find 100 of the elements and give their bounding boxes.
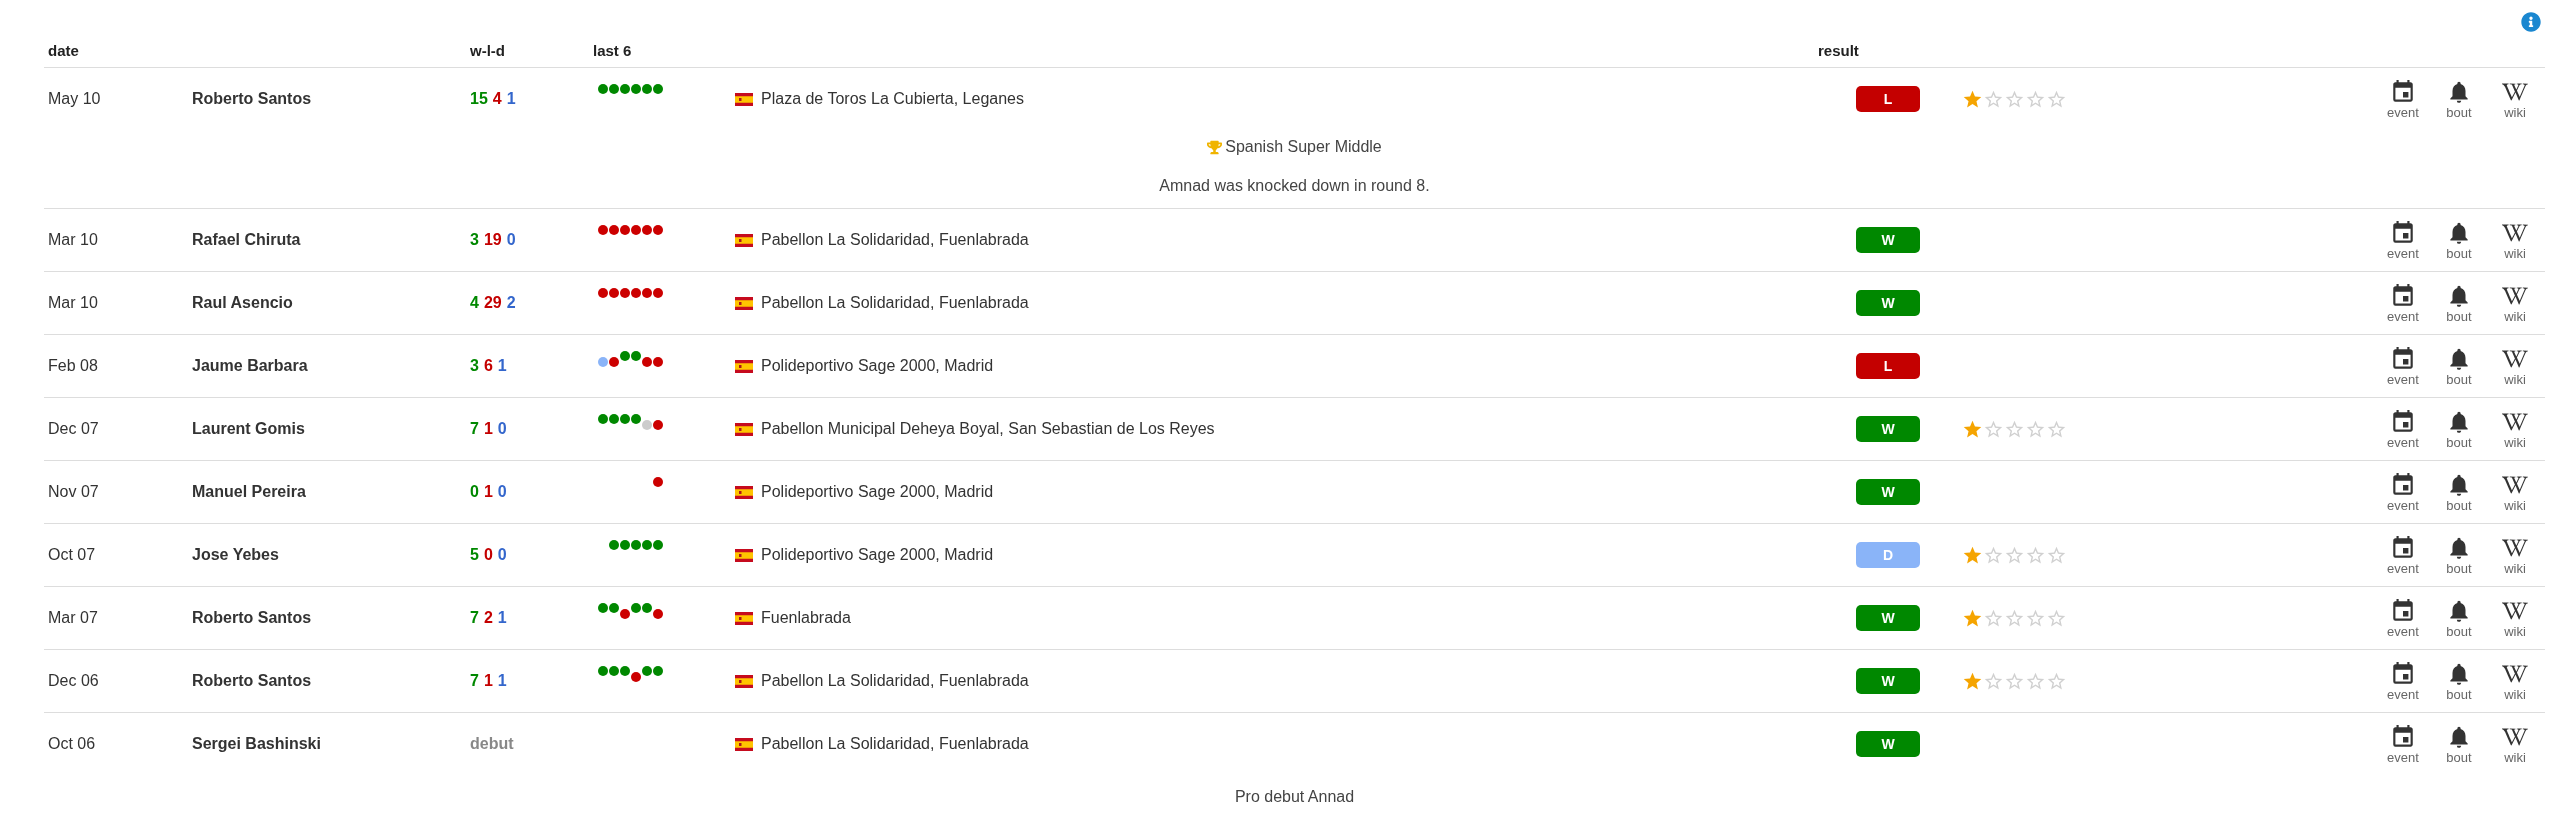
venue-name[interactable]: Pabellon La Solidaridad, Fuenlabrada [761, 291, 1029, 315]
link-button[interactable]: bout [2431, 282, 2487, 324]
draws-count: 1 [497, 356, 507, 376]
venue-name[interactable]: Pabellon La Solidaridad, Fuenlabrada [761, 669, 1029, 693]
wins-count: 15 [470, 89, 488, 109]
venue-name[interactable]: Pabellon La Solidaridad, Fuenlabrada [761, 228, 1029, 252]
filled-star-icon [1962, 670, 1983, 692]
link-button[interactable]: event [2375, 723, 2431, 765]
column-header: result [1817, 40, 1860, 61]
empty-star-icon [2004, 418, 2025, 440]
link-button[interactable]: wiki [2487, 534, 2543, 576]
link-label: bout [2446, 104, 2472, 120]
link-button[interactable]: bout [2431, 345, 2487, 387]
losses-count: 1 [483, 671, 493, 691]
venue-name[interactable]: Polideportivo Sage 2000, Madrid [761, 354, 994, 378]
link-button[interactable]: wiki [2487, 219, 2543, 261]
venue-name[interactable]: Polideportivo Sage 2000, Madrid [761, 480, 994, 504]
link-button[interactable]: event [2375, 78, 2431, 120]
venue-name[interactable]: Fuenlabrada [761, 606, 851, 630]
link-button[interactable]: wiki [2487, 723, 2543, 765]
column-header: last 6 [592, 40, 633, 61]
link-label: bout [2446, 686, 2472, 702]
spain-flag-icon [735, 359, 753, 373]
losses-count: 2 [483, 608, 493, 628]
result-badge: W [1856, 227, 1920, 253]
venue-name[interactable]: Pabellon Municipal Deheya Boyal, San Sebastian de Los Reyes [761, 417, 1215, 441]
column-header: date [47, 40, 80, 61]
losses-count: 1 [483, 482, 493, 502]
opponent-name[interactable]: Rafael Chiruta [188, 228, 466, 252]
empty-star-icon [1983, 544, 2004, 566]
link-label: bout [2446, 371, 2472, 387]
result-badge: W [1856, 416, 1920, 442]
calendar-icon [2390, 471, 2416, 498]
link-button[interactable]: wiki [2487, 408, 2543, 450]
link-label: wiki [2504, 560, 2526, 576]
link-button[interactable]: wiki [2487, 282, 2543, 324]
opponent-name[interactable]: Sergei Bashinski [188, 732, 466, 756]
opponent-name[interactable]: Manuel Pereira [188, 480, 466, 504]
title-name: Spanish Super Middle [1225, 137, 1382, 157]
spain-flag-icon [735, 674, 753, 688]
link-button[interactable]: event [2375, 219, 2431, 261]
draws-count: 2 [506, 293, 516, 313]
link-button[interactable]: wiki [2487, 471, 2543, 513]
opponent-name[interactable]: Roberto Santos [188, 669, 466, 693]
opponent-name[interactable]: Laurent Gomis [188, 417, 466, 441]
opponent-name[interactable]: Raul Asencio [188, 291, 466, 315]
calendar-icon [2390, 219, 2416, 246]
opponent-name[interactable]: Jaume Barbara [188, 354, 466, 378]
link-button[interactable]: bout [2431, 534, 2487, 576]
result-badge: W [1856, 290, 1920, 316]
column-header: w-l-d [469, 40, 506, 61]
opponent-name[interactable]: Roberto Santos [188, 87, 466, 111]
spain-flag-icon [735, 233, 753, 247]
link-label: event [2387, 623, 2419, 639]
link-button[interactable]: event [2375, 597, 2431, 639]
link-label: wiki [2504, 434, 2526, 450]
date-cell-text: Oct 06 [47, 734, 97, 754]
link-button[interactable]: wiki [2487, 78, 2543, 120]
draws-count: 1 [497, 671, 507, 691]
venue-name[interactable]: Pabellon La Solidaridad, Fuenlabrada [761, 732, 1029, 756]
link-button[interactable]: bout [2431, 723, 2487, 765]
link-button[interactable]: event [2375, 471, 2431, 513]
link-button[interactable]: wiki [2487, 597, 2543, 639]
result-badge: L [1856, 353, 1920, 379]
venue-name[interactable]: Plaza de Toros La Cubierta, Leganes [761, 87, 1024, 111]
calendar-icon [2390, 597, 2416, 624]
info-icon[interactable] [2521, 12, 2541, 32]
link-button[interactable]: bout [2431, 471, 2487, 513]
link-label: event [2387, 686, 2419, 702]
venue-name[interactable]: Polideportivo Sage 2000, Madrid [761, 543, 994, 567]
wins-count: 4 [470, 293, 479, 313]
empty-star-icon [2046, 544, 2067, 566]
result-badge: D [1856, 542, 1920, 568]
link-button[interactable]: event [2375, 534, 2431, 576]
trophy-icon [1207, 139, 1223, 155]
wins-count: 3 [470, 356, 479, 376]
link-label: wiki [2504, 308, 2526, 324]
link-button[interactable]: event [2375, 660, 2431, 702]
filled-star-icon [1962, 418, 1983, 440]
link-button[interactable]: event [2375, 282, 2431, 324]
link-label: wiki [2504, 245, 2526, 261]
link-button[interactable]: event [2375, 408, 2431, 450]
calendar-icon [2390, 660, 2416, 687]
link-label: event [2387, 245, 2419, 261]
opponent-name[interactable]: Roberto Santos [188, 606, 466, 630]
date-cell-text: Dec 07 [47, 419, 100, 439]
link-button[interactable]: bout [2431, 78, 2487, 120]
link-label: event [2387, 749, 2419, 765]
link-label: bout [2446, 623, 2472, 639]
wins-count: 7 [470, 419, 479, 439]
link-button[interactable]: event [2375, 345, 2431, 387]
link-button[interactable]: bout [2431, 660, 2487, 702]
empty-star-icon [2025, 418, 2046, 440]
link-button[interactable]: bout [2431, 597, 2487, 639]
link-button[interactable]: bout [2431, 408, 2487, 450]
opponent-name[interactable]: Jose Yebes [188, 543, 466, 567]
link-button[interactable]: wiki [2487, 345, 2543, 387]
link-button[interactable]: wiki [2487, 660, 2543, 702]
calendar-icon [2390, 723, 2416, 750]
link-button[interactable]: bout [2431, 219, 2487, 261]
